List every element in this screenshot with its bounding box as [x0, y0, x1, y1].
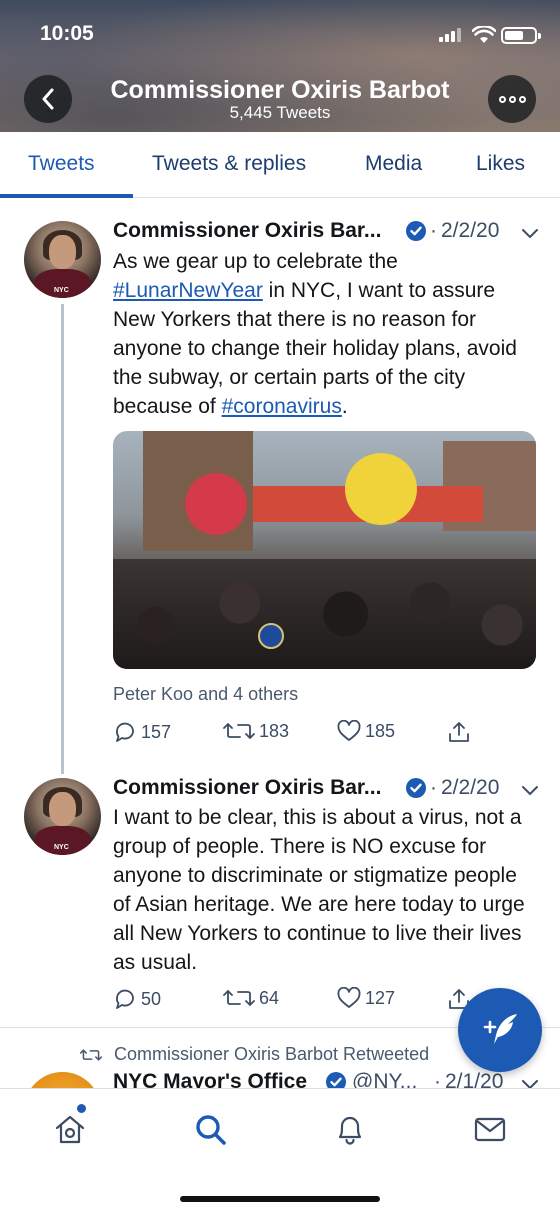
- tweet-text-part: As we gear up to celebrate the: [113, 250, 398, 273]
- tagged-users[interactable]: Peter Koo and 4 others: [113, 684, 298, 705]
- like-button[interactable]: 127: [337, 987, 395, 1009]
- heart-icon: [337, 987, 361, 1008]
- tweet-date-separator: ·: [434, 1070, 441, 1088]
- compose-tweet-button[interactable]: [458, 988, 542, 1072]
- wifi-icon: [471, 24, 497, 49]
- profile-name: Commissioner Oxiris Barbot: [110, 76, 450, 104]
- tweet-handle[interactable]: @NY...: [352, 1070, 417, 1088]
- status-time: 10:05: [40, 22, 94, 45]
- retweet-button[interactable]: 183: [223, 720, 289, 742]
- signal-icon: [439, 28, 465, 42]
- home-icon: [55, 1115, 85, 1144]
- retweeted-by-label[interactable]: Commissioner Oxiris Barbot Retweeted: [114, 1044, 429, 1065]
- compose-tweet-icon: [483, 1014, 517, 1044]
- tab-tweets[interactable]: Tweets: [28, 152, 95, 176]
- verified-badge-icon: [405, 777, 427, 799]
- tweet-date-separator: ·: [430, 219, 437, 242]
- like-button[interactable]: 185: [337, 720, 395, 742]
- retweet-context: Commissioner Oxiris Barbot Retweeted: [80, 1044, 429, 1065]
- city-seal: [258, 623, 284, 649]
- tweet-count: 5,445 Tweets: [229, 103, 331, 122]
- tweet-author[interactable]: NYC Mayor's Office: [113, 1070, 307, 1088]
- more-button[interactable]: [488, 75, 536, 123]
- tweet-text: As we gear up to celebrate the #LunarNew…: [113, 247, 533, 421]
- bottom-navigation: [0, 1088, 560, 1213]
- more-icon-dot: [508, 95, 516, 103]
- avatar[interactable]: NYC: [24, 221, 101, 298]
- reply-icon: [116, 989, 134, 1009]
- nav-notifications[interactable]: [332, 1111, 368, 1147]
- tweet-photo[interactable]: [113, 431, 536, 669]
- bell-icon: [338, 1116, 362, 1145]
- avatar[interactable]: [24, 1072, 101, 1088]
- search-icon: [196, 1115, 226, 1145]
- retweet-count: 183: [259, 720, 290, 741]
- tab-tweets-and-replies[interactable]: Tweets & replies: [152, 152, 306, 176]
- like-count: 127: [365, 987, 396, 1008]
- chevron-down-icon[interactable]: [521, 1077, 539, 1088]
- tweet-text: I want to be clear, this is about a viru…: [113, 806, 525, 974]
- new-content-indicator: [77, 1104, 86, 1113]
- heart-icon: [337, 720, 361, 741]
- nav-messages[interactable]: [472, 1111, 508, 1147]
- reply-count: 157: [141, 721, 172, 742]
- retweet-icon: [223, 990, 255, 1006]
- more-icon-dot: [518, 95, 526, 103]
- profile-tabs: Tweets Tweets & replies Media Likes: [0, 132, 560, 198]
- tweet-date[interactable]: 2/2/20: [441, 776, 499, 800]
- verified-badge-icon: [325, 1071, 347, 1088]
- retweet-icon: [223, 723, 255, 739]
- reply-icon: [116, 722, 134, 742]
- status-bar: 10:05: [0, 18, 560, 52]
- retweet-button[interactable]: 64: [223, 987, 279, 1009]
- nav-search[interactable]: [192, 1111, 228, 1147]
- tweet-actions: 157 183 185: [113, 720, 533, 750]
- reply-count: 50: [141, 988, 162, 1009]
- tab-likes[interactable]: Likes: [476, 152, 525, 176]
- tweet-date-separator: ·: [430, 776, 437, 799]
- hashtag-link[interactable]: #coronavirus: [222, 395, 342, 418]
- chevron-down-icon[interactable]: [521, 226, 539, 244]
- thread-line: [61, 304, 64, 774]
- hashtag-link[interactable]: #LunarNewYear: [113, 279, 263, 302]
- retweet-icon: [80, 1048, 102, 1061]
- avatar[interactable]: NYC: [24, 778, 101, 855]
- battery-icon: [501, 27, 541, 44]
- more-icon: [498, 95, 506, 103]
- home-indicator[interactable]: [180, 1196, 380, 1202]
- reply-button[interactable]: 157: [113, 720, 171, 744]
- nav-home[interactable]: [52, 1111, 88, 1147]
- profile-header: 10:05 Commissioner Oxiris Barbot 5,445 T…: [0, 0, 560, 132]
- retweet-count: 64: [259, 987, 280, 1008]
- share-icon: [449, 722, 469, 742]
- verified-badge-icon: [405, 220, 427, 242]
- share-button[interactable]: [447, 720, 471, 744]
- chevron-down-icon[interactable]: [521, 783, 539, 801]
- tweet-author[interactable]: Commissioner Oxiris Bar...: [113, 776, 381, 800]
- reply-button[interactable]: 50: [113, 987, 161, 1011]
- tweet-date[interactable]: 2/2/20: [441, 219, 499, 243]
- tab-media[interactable]: Media: [365, 152, 422, 176]
- tweet-author[interactable]: Commissioner Oxiris Bar...: [113, 219, 381, 243]
- active-tab-indicator: [0, 194, 133, 198]
- mail-icon: [474, 1117, 506, 1142]
- tweet-text-part: .: [341, 395, 348, 418]
- like-count: 185: [365, 720, 396, 741]
- tweet-date[interactable]: 2/1/20: [445, 1070, 503, 1088]
